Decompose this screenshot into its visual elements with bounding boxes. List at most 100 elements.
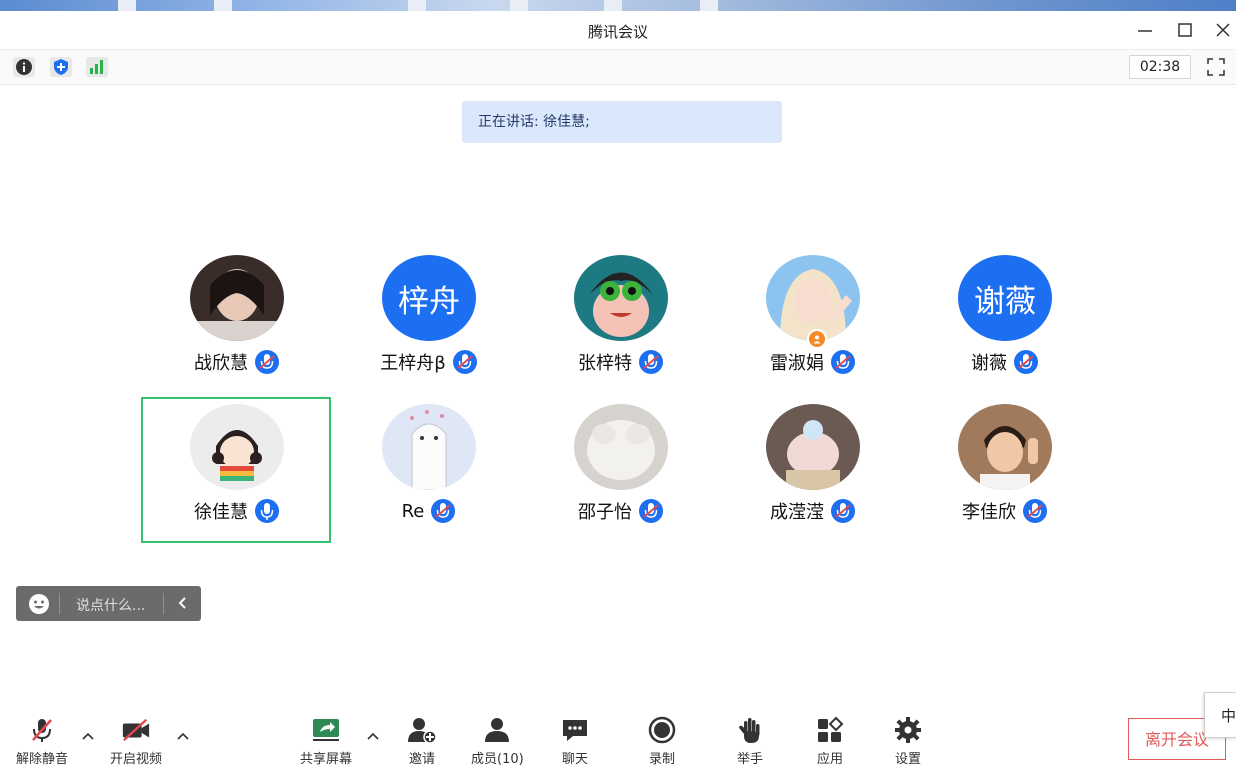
desktop-file-icon[interactable] <box>604 0 622 11</box>
chevron-up-icon[interactable] <box>366 730 380 742</box>
divider <box>163 593 164 614</box>
meeting-info-button[interactable] <box>13 57 35 77</box>
start-video-label: 开启视频 <box>110 752 163 767</box>
mic-muted-icon <box>452 350 477 374</box>
participant-tile[interactable]: 雷淑娟 <box>718 255 908 395</box>
chevron-left-icon[interactable] <box>173 593 193 613</box>
settings-label: 设置 <box>894 752 921 767</box>
desktop-file-icon[interactable] <box>408 0 426 11</box>
avatar <box>958 404 1052 490</box>
share-screen-icon <box>313 719 339 741</box>
participant-tile[interactable]: 张梓特 <box>526 255 716 395</box>
chat-input[interactable]: 说点什么... <box>76 595 145 615</box>
participant-name: 王梓舟β <box>380 353 446 374</box>
add-user-icon <box>408 718 437 744</box>
mic-speaking-icon <box>255 499 279 523</box>
invite-button[interactable]: 邀请 <box>407 716 437 767</box>
fullscreen-icon <box>1207 58 1225 76</box>
participant-name: 雷淑娟 <box>770 353 824 374</box>
mic-off-icon <box>32 719 52 742</box>
chat-icon <box>563 720 587 741</box>
mic-muted-icon <box>255 350 279 374</box>
window-title: 腾讯会议 <box>587 23 648 41</box>
desktop-file-icon[interactable] <box>510 0 528 11</box>
emoji-icon[interactable] <box>28 593 50 615</box>
apps-button[interactable]: 应用 <box>815 716 845 767</box>
browser-icon[interactable] <box>214 0 232 11</box>
participant-name: 谢薇 <box>971 353 1007 374</box>
raise-hand-button[interactable]: 举手 <box>735 716 765 767</box>
start-video-button[interactable]: 开启视频 <box>110 716 162 767</box>
avatar <box>190 404 284 490</box>
minimize-icon <box>1138 30 1152 32</box>
participant-tile[interactable]: 战欣慧 <box>142 255 332 395</box>
chat-button[interactable]: 聊天 <box>560 716 590 767</box>
avatar <box>766 404 860 490</box>
participant-name: Re <box>401 500 425 522</box>
participant-tile[interactable]: 谢薇 谢薇 <box>910 255 1100 395</box>
avatar <box>766 255 860 341</box>
members-label: 成员(10) <box>471 752 524 767</box>
apps-label: 应用 <box>816 752 843 767</box>
shield-icon <box>54 59 68 75</box>
share-screen-button[interactable]: 共享屏幕 <box>300 716 352 767</box>
meeting-info-toolbar: 02:38 <box>0 50 1236 85</box>
participant-tile[interactable]: 梓舟 王梓舟β <box>334 255 524 395</box>
quick-chat-bar: 说点什么... <box>16 586 201 621</box>
avatar-initials: 谢薇 <box>958 255 1052 341</box>
security-button[interactable] <box>50 57 72 77</box>
participant-name: 邵子怡 <box>578 502 632 523</box>
mic-muted-icon <box>1014 350 1038 374</box>
avatar <box>574 255 668 341</box>
hand-icon <box>739 718 760 743</box>
participant-tile[interactable]: Re <box>334 404 524 544</box>
mic-muted-icon <box>831 499 855 523</box>
network-status-button[interactable] <box>86 57 108 77</box>
participant-name: 李佳欣 <box>962 502 1016 523</box>
close-button[interactable] <box>1212 19 1234 41</box>
avatar <box>382 404 476 490</box>
minimize-button[interactable] <box>1134 19 1156 41</box>
unmute-button[interactable]: 解除静音 <box>16 716 68 767</box>
share-screen-label: 共享屏幕 <box>300 752 353 767</box>
members-button[interactable]: 成员(10) <box>471 716 524 767</box>
chevron-up-icon[interactable] <box>81 730 95 742</box>
record-icon <box>648 716 676 744</box>
record-button[interactable]: 录制 <box>647 716 677 767</box>
participant-tile[interactable]: 邵子怡 <box>526 404 716 544</box>
mic-muted-icon <box>831 350 855 374</box>
mic-muted-icon <box>1023 499 1047 523</box>
info-icon <box>16 59 32 75</box>
close-icon <box>1216 23 1230 37</box>
participant-name: 张梓特 <box>578 353 632 374</box>
users-icon <box>485 718 510 742</box>
unmute-label: 解除静音 <box>16 752 69 767</box>
mic-muted-icon <box>639 350 663 374</box>
ime-indicator[interactable]: 中 <box>1204 692 1236 738</box>
fullscreen-button[interactable] <box>1205 56 1227 78</box>
chat-label: 聊天 <box>561 752 588 767</box>
avatar: 谢薇 <box>958 255 1052 341</box>
raise-hand-label: 举手 <box>736 752 763 767</box>
maximize-button[interactable] <box>1174 19 1196 41</box>
window-titlebar: 腾讯会议 <box>0 11 1236 50</box>
participant-name: 成滢滢 <box>770 502 824 523</box>
chevron-up-icon[interactable] <box>176 730 190 742</box>
desktop-file-icon[interactable] <box>700 0 718 11</box>
meeting-controls-bar: 解除静音 开启视频 共享屏幕 邀请 成员(10) 聊天 录制 举手 应用 设置 <box>0 700 1236 767</box>
mic-muted-icon <box>639 499 663 523</box>
maximize-icon <box>1178 23 1192 37</box>
active-speaker-banner: 正在讲话: 徐佳慧; <box>462 101 782 143</box>
avatar <box>574 404 668 490</box>
participant-tile[interactable]: 徐佳慧 <box>142 404 332 544</box>
participant-tile[interactable]: 成滢滢 <box>718 404 908 544</box>
participant-name: 战欣慧 <box>194 353 248 374</box>
signal-bars-icon <box>90 60 103 74</box>
participant-tile[interactable]: 李佳欣 <box>910 404 1100 544</box>
settings-button[interactable]: 设置 <box>893 716 923 767</box>
desktop-file-icon[interactable] <box>118 0 136 11</box>
avatar-initials: 梓舟 <box>382 255 476 341</box>
desktop-taskbar-strip <box>0 0 1236 11</box>
avatar <box>190 255 284 341</box>
apps-grid-icon <box>818 716 844 742</box>
